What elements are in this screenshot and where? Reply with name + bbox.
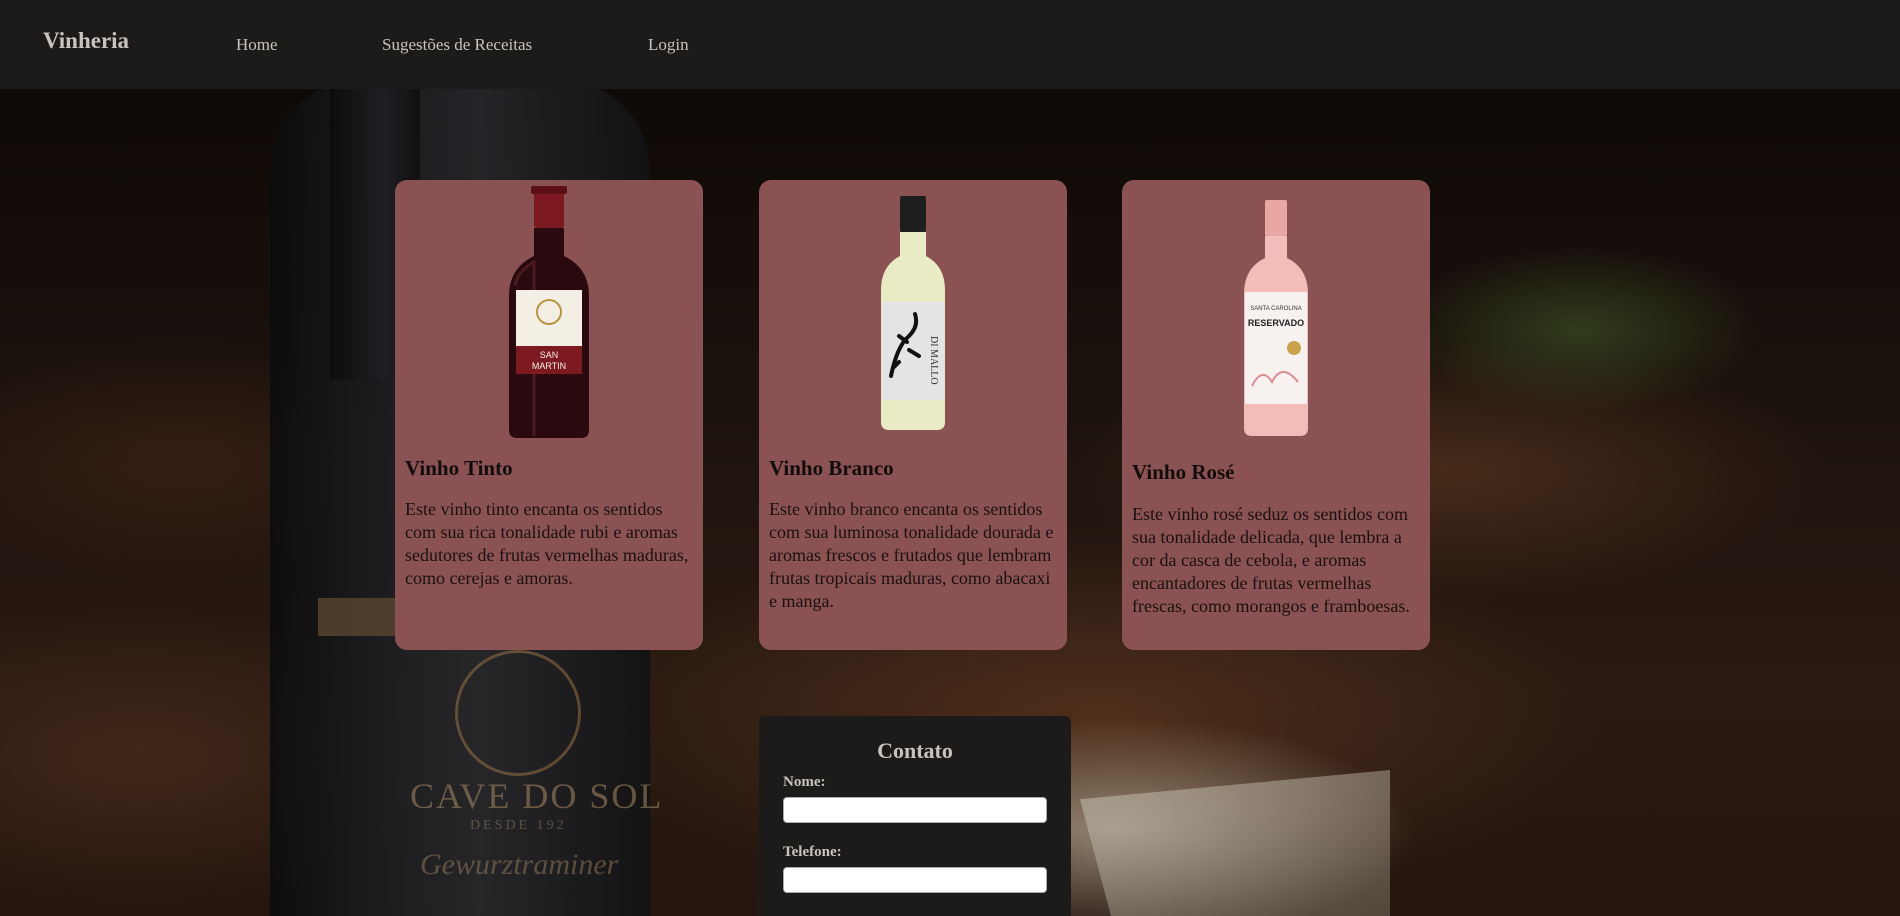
- card-title: Vinho Branco: [769, 456, 894, 480]
- red-wine-bottle-image: SAN MARTIN: [509, 186, 589, 438]
- wine-card-branco: DI MALLO Vinho Branco Este vinho branco …: [759, 180, 1067, 650]
- rose-wine-label-line1: SANTA CAROLINA: [1250, 306, 1302, 312]
- name-label: Nome:: [783, 774, 826, 790]
- phone-label: Telefone:: [783, 844, 842, 860]
- red-wine-label-line2: MARTIN: [532, 361, 566, 371]
- rose-wine-bottle-image: SANTA CAROLINA RESERVADO: [1244, 200, 1308, 436]
- nav-link-recipes[interactable]: Sugestões de Receitas: [382, 35, 532, 55]
- background-bottle-brand: CAVE DO SOL: [410, 776, 664, 816]
- nav-link-login[interactable]: Login: [648, 35, 689, 55]
- top-navbar: Vinheria Home Sugestões de Receitas Logi…: [0, 0, 1900, 89]
- red-wine-label-line1: SAN: [540, 350, 559, 360]
- rose-wine-label-line2: RESERVADO: [1248, 318, 1304, 328]
- background-bottle-foil: [318, 598, 398, 636]
- card-description: Este vinho tinto encanta os sentidos com…: [405, 499, 689, 588]
- wine-card-tinto: SAN MARTIN Vinho Tinto Este vinho tinto …: [395, 180, 703, 650]
- white-wine-bottle-image: DI MALLO: [881, 196, 945, 430]
- name-input[interactable]: [783, 797, 1047, 823]
- phone-input[interactable]: [783, 867, 1047, 893]
- background-bottle-brand-sub: DESDE 192: [470, 818, 567, 833]
- white-wine-label: DI MALLO: [928, 336, 939, 385]
- nav-link-home[interactable]: Home: [236, 35, 278, 55]
- background-bottle-seal: [455, 650, 581, 776]
- card-title: Vinho Tinto: [405, 456, 513, 480]
- background-bottle-script: Gewurztraminer: [420, 848, 619, 881]
- card-title: Vinho Rosé: [1132, 460, 1235, 484]
- contact-title: Contato: [877, 738, 953, 763]
- site-brand[interactable]: Vinheria: [43, 28, 129, 54]
- contact-form: Contato Nome: Telefone:: [759, 716, 1071, 916]
- card-description: Este vinho branco encanta os sentidos co…: [769, 499, 1054, 611]
- wine-card-rose: SANTA CAROLINA RESERVADO Vinho Rosé Este…: [1122, 180, 1430, 650]
- card-description: Este vinho rosé seduz os sentidos com su…: [1132, 504, 1410, 616]
